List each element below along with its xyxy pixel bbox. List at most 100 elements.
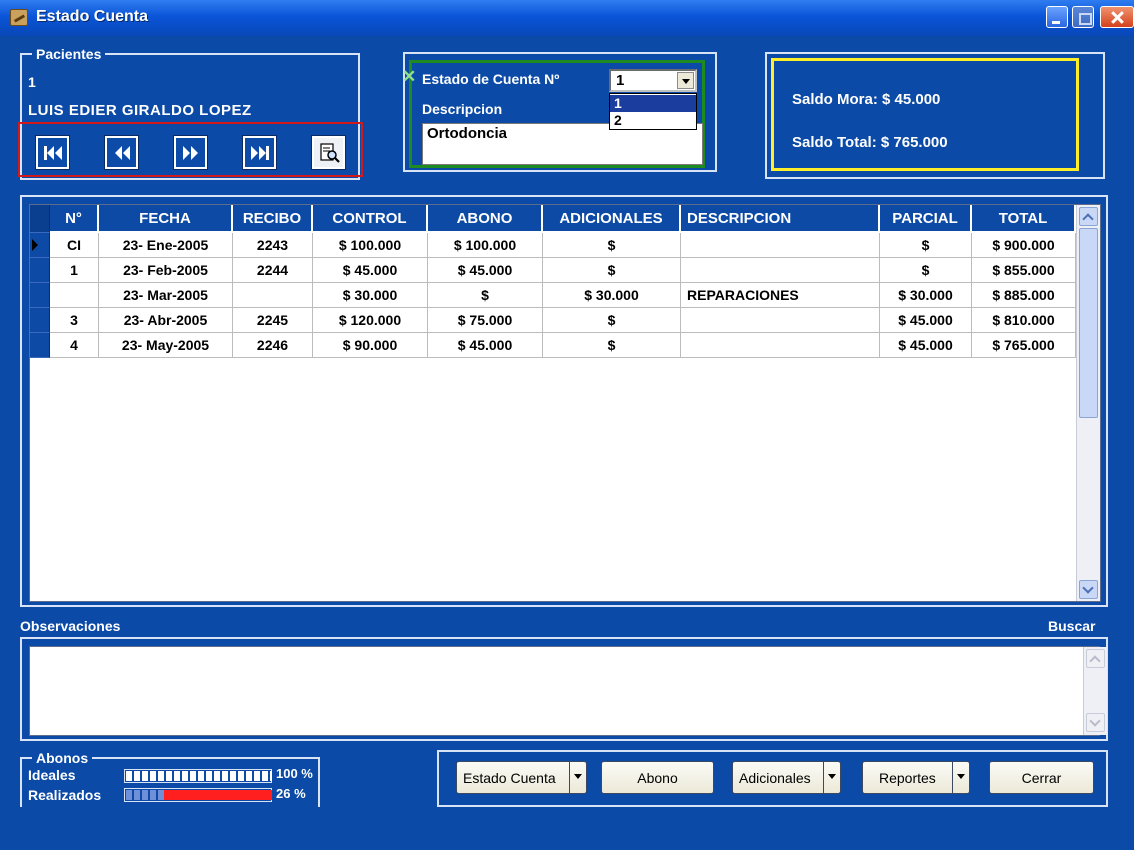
table-cell[interactable]: CI	[50, 233, 99, 258]
search-record-button[interactable]	[311, 135, 346, 170]
estado-cuenta-button[interactable]: Estado Cuenta	[456, 761, 587, 794]
table-row[interactable]: CI 23- Ene-2005 2243 $ 100.000 $ 100.000 $ $ $ …	[30, 233, 1076, 258]
table-row[interactable]: 4 23- May-2005 2246 $ 90.000 $ 45.000 $ $ 45.0…	[30, 333, 1076, 358]
table-cell[interactable]	[233, 283, 313, 308]
table-cell[interactable]: $	[880, 233, 972, 258]
dropdown-option[interactable]: 2	[610, 112, 696, 129]
scroll-down-button[interactable]	[1086, 713, 1105, 732]
row-selector[interactable]	[30, 283, 50, 308]
column-header[interactable]: PARCIAL	[880, 205, 972, 233]
column-header[interactable]: FECHA	[99, 205, 233, 233]
reportes-button[interactable]: Reportes	[862, 761, 970, 794]
table-cell[interactable]: $ 45.000	[428, 333, 543, 358]
table-cell[interactable]: $ 90.000	[313, 333, 428, 358]
table-cell[interactable]: 23- Feb-2005	[99, 258, 233, 283]
abono-button[interactable]: Abono	[601, 761, 714, 794]
column-header[interactable]: N°	[50, 205, 99, 233]
table-cell[interactable]	[681, 233, 880, 258]
previous-record-icon	[114, 145, 130, 160]
abonos-group: Abonos Ideales 100 % Realizados 26 %	[20, 750, 320, 807]
table-cell[interactable]: $ 765.000	[972, 333, 1076, 358]
buscar-link[interactable]: Buscar	[1048, 618, 1095, 634]
column-header[interactable]: RECIBO	[233, 205, 313, 233]
table-cell[interactable]: $ 855.000	[972, 258, 1076, 283]
column-header[interactable]: DESCRIPCION	[681, 205, 880, 233]
scroll-up-button[interactable]	[1086, 649, 1105, 668]
table-cell[interactable]: $ 30.000	[313, 283, 428, 308]
table-cell[interactable]: 3	[50, 308, 99, 333]
table-cell[interactable]: $ 885.000	[972, 283, 1076, 308]
column-header[interactable]: TOTAL	[972, 205, 1076, 233]
table-cell[interactable]: 2244	[233, 258, 313, 283]
patient-id: 1	[28, 74, 36, 90]
table-cell[interactable]: $ 120.000	[313, 308, 428, 333]
table-cell[interactable]	[50, 283, 99, 308]
table-cell[interactable]: 2243	[233, 233, 313, 258]
table-cell[interactable]: $ 30.000	[880, 283, 972, 308]
table-cell[interactable]: $ 75.000	[428, 308, 543, 333]
first-record-button[interactable]	[35, 135, 70, 170]
table-cell[interactable]: $ 45.000	[880, 333, 972, 358]
table-row[interactable]: 3 23- Abr-2005 2245 $ 120.000 $ 75.000 $ $ 45.…	[30, 308, 1076, 333]
table-cell[interactable]: $	[543, 233, 681, 258]
table-cell[interactable]: 23- May-2005	[99, 333, 233, 358]
previous-record-button[interactable]	[104, 135, 139, 170]
chevron-down-icon[interactable]	[569, 762, 586, 793]
table-row[interactable]: 1 23- Feb-2005 2244 $ 45.000 $ 45.000 $ $ $ 855…	[30, 258, 1076, 283]
table-row[interactable]: 23- Mar-2005 $ 30.000 $ $ 30.000 REPARACIONE…	[30, 283, 1076, 308]
table-cell[interactable]: 4	[50, 333, 99, 358]
table-cell[interactable]: $ 45.000	[313, 258, 428, 283]
chevron-down-icon[interactable]	[677, 72, 694, 89]
table-cell[interactable]: $	[428, 283, 543, 308]
table-cell[interactable]: 1	[50, 258, 99, 283]
last-record-button[interactable]	[242, 135, 277, 170]
chevron-down-icon[interactable]	[952, 762, 969, 793]
column-header[interactable]: ADICIONALES	[543, 205, 681, 233]
observaciones-textarea[interactable]	[29, 646, 1100, 736]
next-record-button[interactable]	[173, 135, 208, 170]
row-selector[interactable]	[30, 308, 50, 333]
estado-cuenta-select[interactable]: 1	[609, 69, 697, 92]
row-selector[interactable]	[30, 333, 50, 358]
chevron-down-icon[interactable]	[823, 762, 840, 793]
table-cell[interactable]: $ 45.000	[880, 308, 972, 333]
row-selector[interactable]	[30, 233, 50, 258]
table-cell[interactable]: $ 100.000	[428, 233, 543, 258]
minimize-button[interactable]	[1046, 6, 1068, 28]
table-cell[interactable]: $	[543, 333, 681, 358]
actions-group: Estado Cuenta Abono Adicionales Reportes…	[437, 750, 1108, 807]
table-cell[interactable]: 23- Abr-2005	[99, 308, 233, 333]
last-record-icon	[250, 145, 269, 160]
scroll-thumb[interactable]	[1079, 228, 1098, 418]
table-cell[interactable]: $ 30.000	[543, 283, 681, 308]
vertical-scrollbar[interactable]	[1076, 205, 1100, 601]
table-cell[interactable]: $ 900.000	[972, 233, 1076, 258]
table-cell[interactable]: $	[543, 258, 681, 283]
table-cell[interactable]: $ 100.000	[313, 233, 428, 258]
table-cell[interactable]: 2245	[233, 308, 313, 333]
table-cell[interactable]: 23- Ene-2005	[99, 233, 233, 258]
restore-button[interactable]	[1072, 6, 1094, 28]
scroll-up-button[interactable]	[1079, 207, 1098, 226]
adicionales-button[interactable]: Adicionales	[732, 761, 841, 794]
cerrar-button[interactable]: Cerrar	[989, 761, 1094, 794]
column-header[interactable]: ABONO	[428, 205, 543, 233]
row-selector[interactable]	[30, 258, 50, 283]
table-cell[interactable]: $	[543, 308, 681, 333]
table-cell[interactable]: $	[880, 258, 972, 283]
column-header[interactable]: CONTROL	[313, 205, 428, 233]
table-cell[interactable]: 23- Mar-2005	[99, 283, 233, 308]
table-cell[interactable]	[681, 333, 880, 358]
table-cell[interactable]	[681, 258, 880, 283]
table-cell[interactable]: $ 45.000	[428, 258, 543, 283]
close-button[interactable]	[1100, 6, 1134, 28]
ideales-progress-fill	[126, 771, 272, 781]
table-cell[interactable]: REPARACIONES	[681, 283, 880, 308]
estado-cuenta-dropdown: 1 2	[609, 93, 697, 130]
table-cell[interactable]: $ 810.000	[972, 308, 1076, 333]
table-cell[interactable]	[681, 308, 880, 333]
table-cell[interactable]: 2246	[233, 333, 313, 358]
dropdown-option[interactable]: 1	[610, 95, 696, 112]
observaciones-scrollbar[interactable]	[1083, 647, 1107, 735]
scroll-down-button[interactable]	[1079, 580, 1098, 599]
